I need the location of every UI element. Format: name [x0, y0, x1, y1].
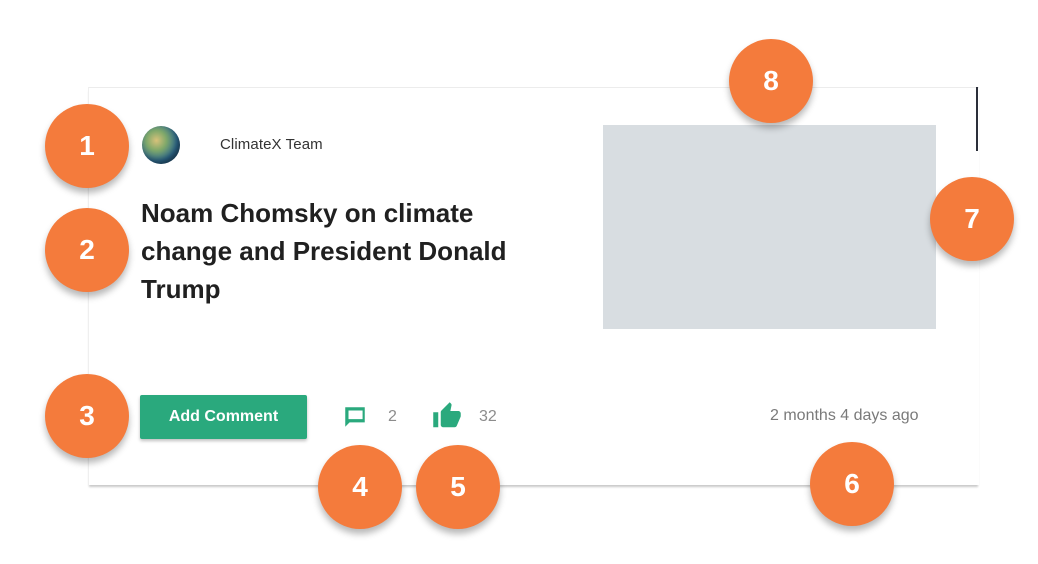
callout-badge-4: 4	[318, 445, 402, 529]
author-name[interactable]: ClimateX Team	[220, 136, 323, 153]
card-edge-divider	[976, 87, 978, 151]
author-avatar[interactable]	[142, 126, 180, 164]
add-comment-button[interactable]: Add Comment	[140, 395, 307, 439]
thumbs-up-icon[interactable]	[432, 401, 462, 431]
post-thumbnail[interactable]	[603, 125, 936, 329]
comment-count: 2	[388, 408, 397, 425]
callout-badge-1: 1	[45, 104, 129, 188]
callout-badge-8: 8	[729, 39, 813, 123]
callout-badge-3: 3	[45, 374, 129, 458]
post-timestamp: 2 months 4 days ago	[770, 407, 919, 424]
comment-icon[interactable]	[342, 404, 368, 430]
callout-badge-2: 2	[45, 208, 129, 292]
callout-badge-6: 6	[810, 442, 894, 526]
post-title[interactable]: Noam Chomsky on climate change and Presi…	[141, 194, 521, 308]
callout-badge-7: 7	[930, 177, 1014, 261]
callout-badge-5: 5	[416, 445, 500, 529]
like-count: 32	[479, 408, 497, 425]
